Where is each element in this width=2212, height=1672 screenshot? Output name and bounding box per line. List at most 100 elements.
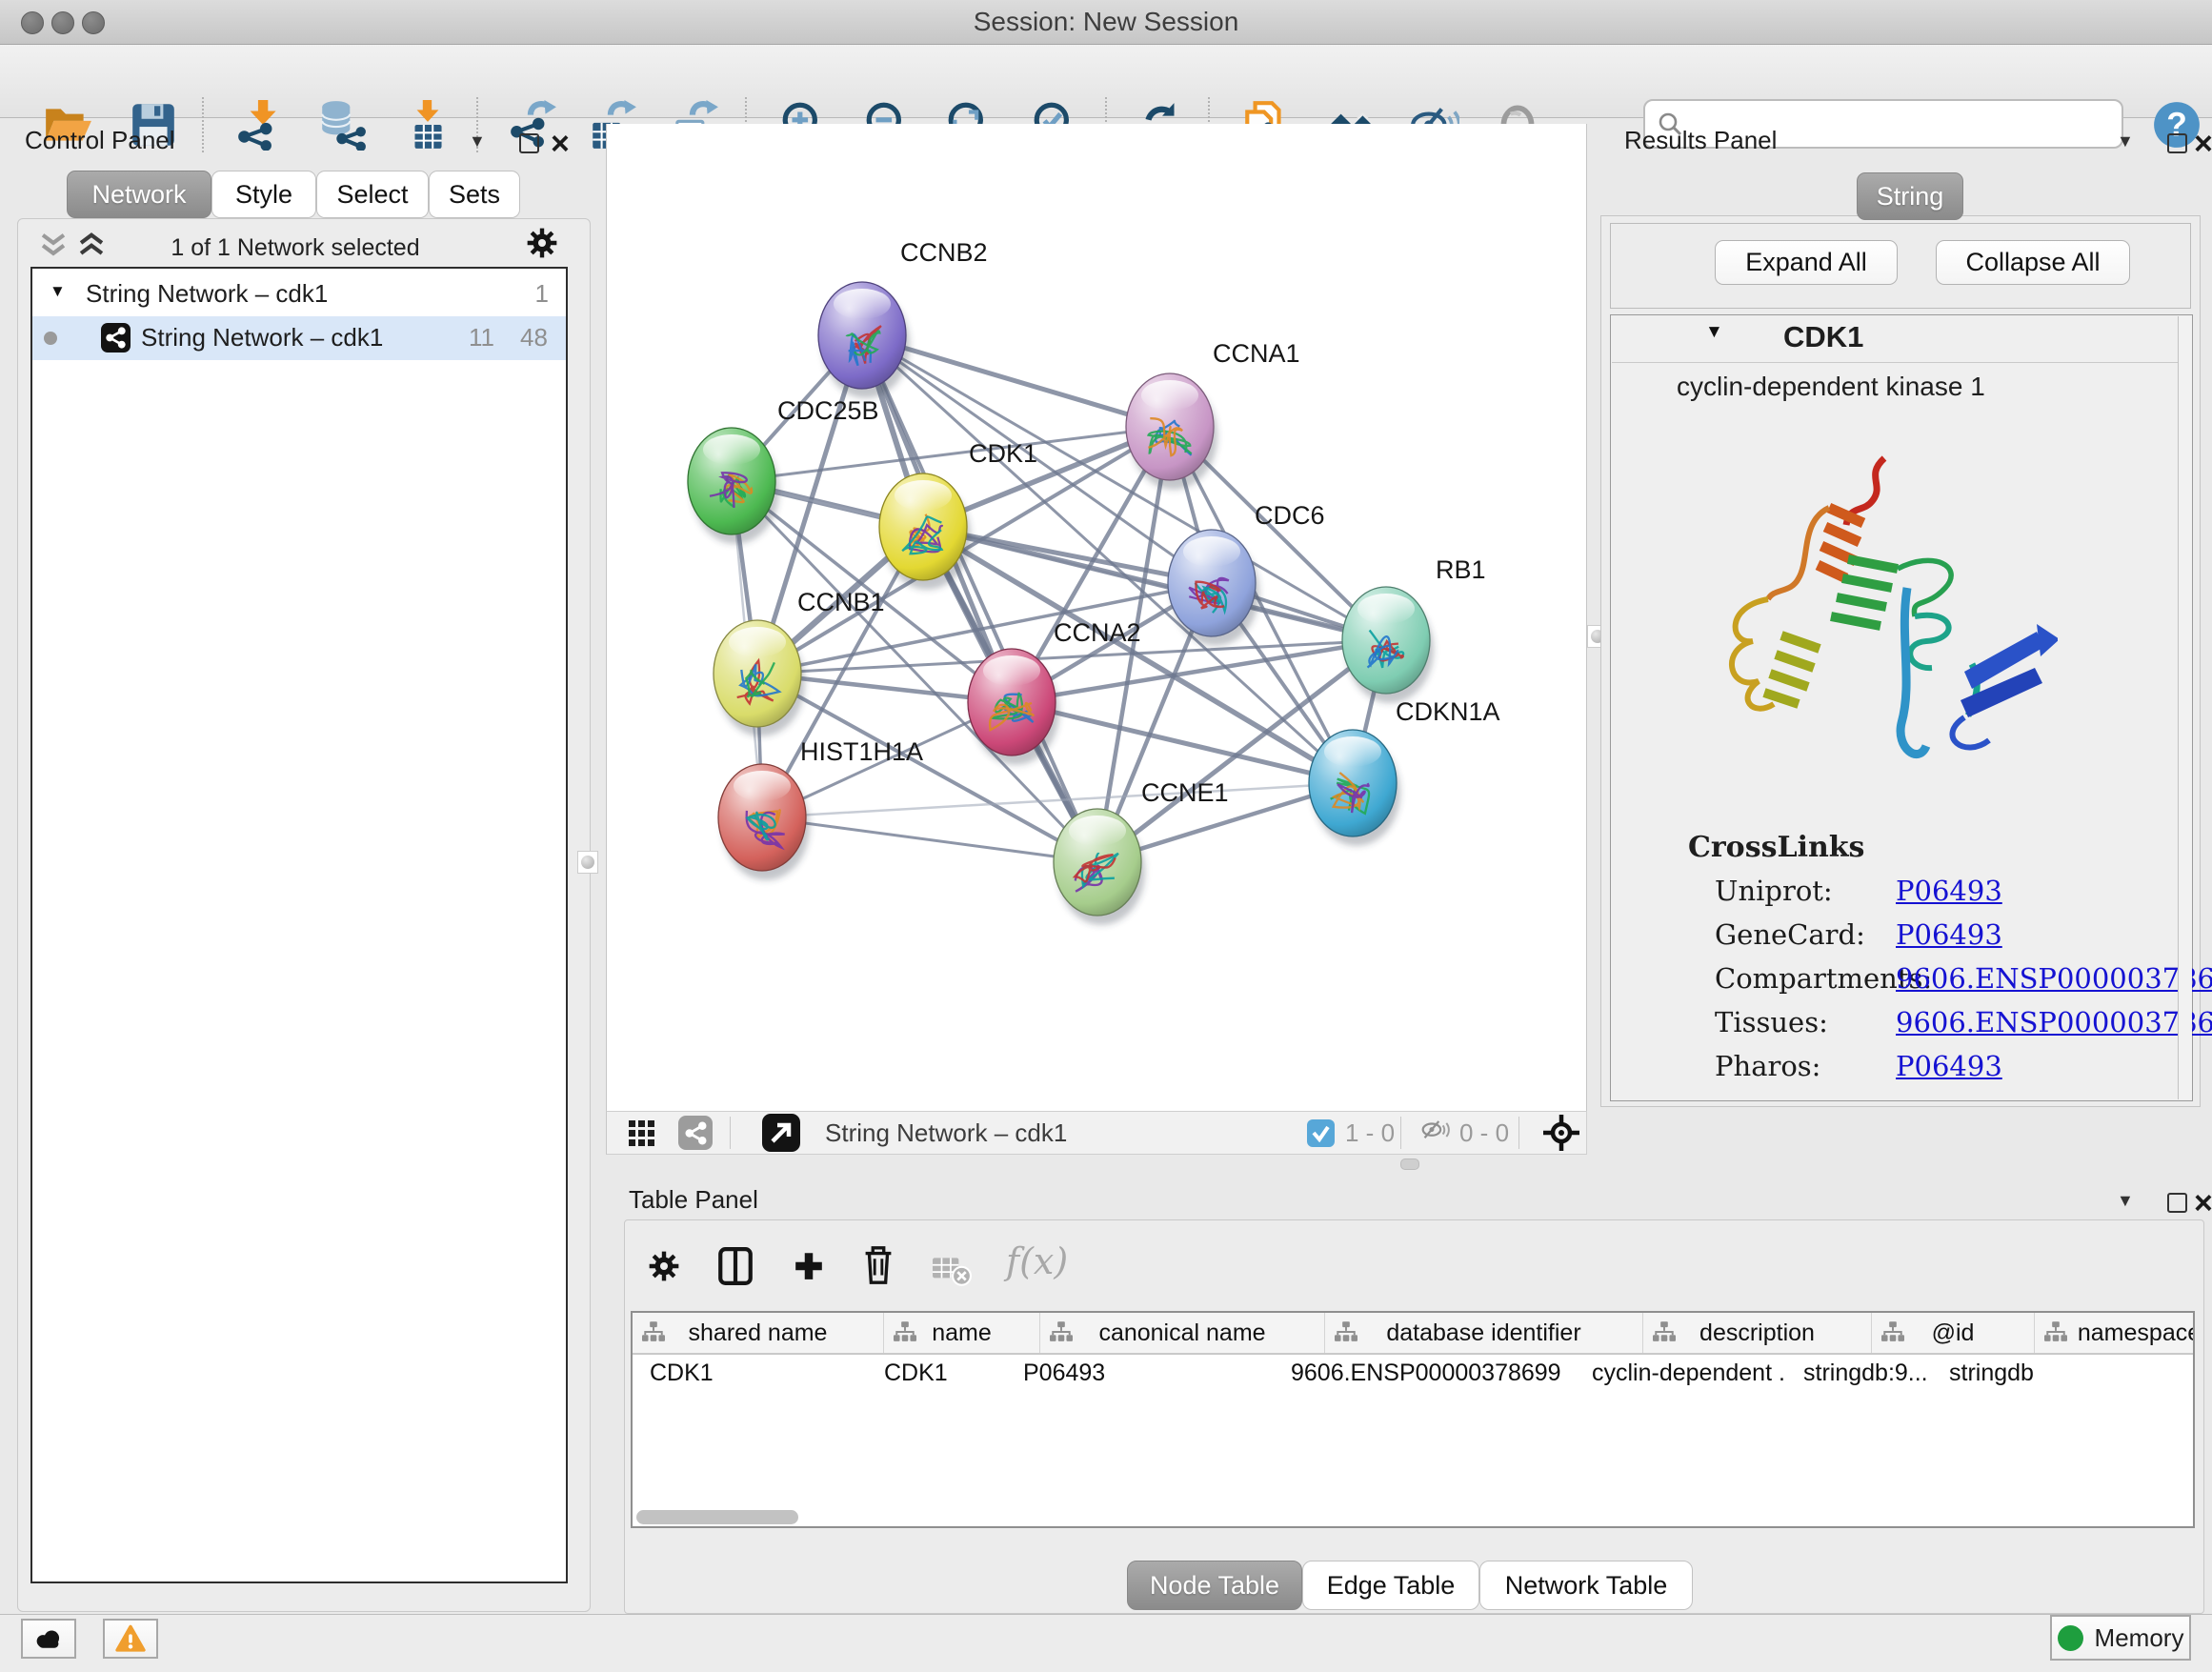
column-header--id[interactable]: @id — [1872, 1313, 2035, 1353]
table-cell[interactable]: P06493 — [1006, 1353, 1274, 1393]
results-panel-close-icon[interactable]: × — [2194, 130, 2212, 158]
node-label-CCNB2: CCNB2 — [900, 238, 988, 267]
node-table[interactable]: shared namenamecanonical namedatabase id… — [631, 1311, 2195, 1528]
tab-style[interactable]: Style — [211, 171, 316, 218]
network-selection-summary: 1 of 1 Network selected — [105, 234, 486, 262]
crosslink-link[interactable]: 9606.ENSP00000378699 — [1896, 962, 2212, 995]
network-node-CCNB1[interactable]: CCNB1 — [714, 588, 885, 736]
table-cell[interactable]: cyclin-dependent ... — [1575, 1353, 1786, 1393]
network-node-CDKN1A[interactable]: CDKN1A — [1309, 697, 1500, 846]
expand-all-tree-icon[interactable] — [76, 232, 107, 257]
warning-icon — [115, 1624, 146, 1653]
table-header-row: shared namenamecanonical namedatabase id… — [633, 1313, 2195, 1355]
column-header-canonical-name[interactable]: canonical name — [1040, 1313, 1325, 1353]
tab-edge-table[interactable]: Edge Table — [1302, 1561, 1479, 1610]
node-label-CDC6: CDC6 — [1255, 501, 1325, 530]
column-header-description[interactable]: description — [1643, 1313, 1872, 1353]
warning-button[interactable] — [103, 1619, 158, 1659]
table-cell[interactable]: 9606.ENSP00000378699 — [1274, 1353, 1575, 1393]
crosshair-icon[interactable] — [1541, 1113, 1581, 1153]
toolbar-separator — [202, 97, 204, 152]
tab-sets[interactable]: Sets — [429, 171, 520, 218]
column-header-shared-name[interactable]: shared name — [633, 1313, 884, 1353]
open-in-window-icon[interactable] — [762, 1114, 800, 1152]
crosslink-label: Tissues: — [1715, 1006, 1828, 1038]
memory-status-dot — [2058, 1625, 2083, 1651]
column-header-namespace[interactable]: namespace — [2035, 1313, 2195, 1353]
selected-checkbox-icon[interactable] — [1307, 1119, 1335, 1147]
network-edge-CCNA2-CDKN1A — [1012, 702, 1353, 783]
control-panel-close-icon[interactable]: × — [551, 130, 570, 158]
entry-description: cyclin-dependent kinase 1 — [1677, 372, 1985, 402]
table-cell[interactable]: CDK1 — [633, 1353, 867, 1393]
crosslink-link[interactable]: P06493 — [1896, 875, 2002, 907]
table-panel-menu-icon[interactable]: ▼ — [2117, 1191, 2134, 1211]
table-cell[interactable]: stringdb — [1932, 1353, 2124, 1393]
tab-node-table[interactable]: Node Table — [1127, 1561, 1302, 1610]
tab-network[interactable]: Network — [67, 171, 211, 218]
table-panel-close-icon[interactable]: × — [2194, 1189, 2212, 1218]
results-panel-menu-icon[interactable]: ▼ — [2117, 131, 2134, 151]
network-graph[interactable]: CCNB2CCNA1CDC25BCDK1CDC6RB1CCNB1CCNA2CDK… — [606, 124, 1587, 1111]
table-row[interactable]: CDK1CDK1P064939606.ENSP00000378699cyclin… — [633, 1353, 2124, 1393]
collapse-all-icon[interactable] — [38, 232, 69, 257]
create-column-icon[interactable] — [793, 1250, 825, 1282]
crosslink-label: GeneCard: — [1715, 918, 1865, 951]
table-cell[interactable]: CDK1 — [867, 1353, 1006, 1393]
string-badge-icon[interactable] — [678, 1116, 713, 1150]
show-columns-icon[interactable] — [716, 1246, 754, 1286]
tab-string[interactable]: String — [1857, 172, 1963, 220]
node-label-CCNB1: CCNB1 — [797, 588, 885, 616]
network-node-CCNA2[interactable]: CCNA2 — [968, 618, 1141, 765]
network-item-label: String Network – cdk1 — [141, 323, 383, 353]
table-panel-float-icon[interactable] — [2167, 1193, 2187, 1213]
collapse-all-button[interactable]: Collapse All — [1936, 240, 2130, 285]
cloud-icon — [32, 1626, 65, 1651]
entry-collapse-icon[interactable]: ▼ — [1705, 322, 1723, 343]
delete-table-icon[interactable] — [932, 1254, 972, 1286]
crosslink-link[interactable]: P06493 — [1896, 1050, 2002, 1082]
tab-select[interactable]: Select — [316, 171, 429, 218]
results-panel-float-icon[interactable] — [2167, 133, 2187, 153]
delete-column-trash-icon[interactable] — [861, 1244, 895, 1286]
import-network-database-icon[interactable] — [316, 99, 368, 151]
memory-button[interactable]: Memory — [2050, 1615, 2191, 1661]
network-node-CCNE1[interactable]: CCNE1 — [1054, 778, 1229, 925]
expand-all-button[interactable]: Expand All — [1715, 240, 1898, 285]
node-label-CDKN1A: CDKN1A — [1396, 697, 1500, 726]
tab-network-table[interactable]: Network Table — [1479, 1561, 1693, 1610]
network-tree-selected-row[interactable]: String Network – cdk1 11 48 — [32, 316, 566, 360]
network-collection-count: 1 — [535, 279, 549, 309]
left-splitter-handle[interactable] — [577, 851, 598, 874]
import-network-file-icon[interactable] — [234, 99, 286, 151]
network-tree-root-row[interactable]: ▼ String Network – cdk1 1 — [32, 274, 566, 316]
title-bar: Session: New Session — [0, 0, 2212, 45]
crosslink-label: Pharos: — [1715, 1050, 1820, 1082]
string-network-icon — [101, 323, 131, 353]
hidden-eye-icon — [1416, 1118, 1454, 1149]
import-table-icon[interactable] — [402, 99, 453, 151]
control-panel-float-icon[interactable] — [519, 133, 539, 153]
function-builder-icon[interactable]: f(x) — [1006, 1240, 1068, 1282]
column-header-database-identifier[interactable]: database identifier — [1325, 1313, 1643, 1353]
memory-label: Memory — [2095, 1623, 2184, 1653]
crosslink-link[interactable]: P06493 — [1896, 918, 2002, 951]
crosslink-label: Uniprot: — [1715, 875, 1833, 907]
control-panel-menu-icon[interactable]: ▼ — [469, 131, 486, 151]
crosslink-link[interactable]: 9606.ENSP00000378699 — [1896, 1006, 2212, 1038]
network-node-RB1[interactable]: RB1 — [1342, 555, 1486, 703]
bottom-splitter-handle[interactable] — [1400, 1158, 1419, 1170]
hidden-node-edge-counts: 0 - 0 — [1459, 1111, 1509, 1155]
results-panel-title: Results Panel — [1624, 126, 1777, 155]
table-options-gear-icon[interactable] — [646, 1248, 682, 1284]
results-scrollbar[interactable] — [2178, 316, 2192, 1099]
table-horizontal-scrollbar[interactable] — [636, 1510, 798, 1524]
node-label-CCNE1: CCNE1 — [1141, 778, 1229, 807]
cloud-button[interactable] — [21, 1619, 76, 1659]
tree-collapse-icon[interactable]: ▼ — [50, 282, 66, 301]
network-node-CDC6[interactable]: CDC6 — [1168, 501, 1325, 646]
network-options-gear-icon[interactable] — [524, 225, 560, 261]
table-cell[interactable]: stringdb:9... — [1786, 1353, 1932, 1393]
column-header-name[interactable]: name — [884, 1313, 1040, 1353]
birds-eye-grid-icon[interactable] — [629, 1120, 655, 1147]
